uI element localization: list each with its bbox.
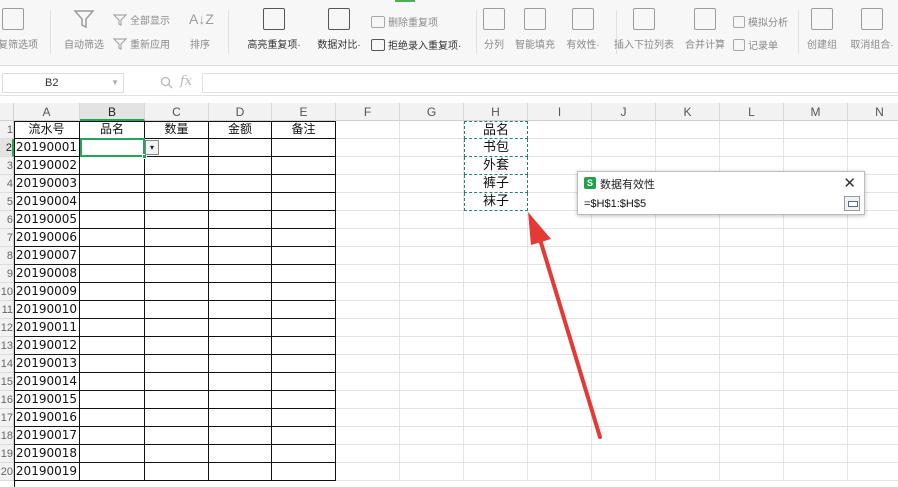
annotation-arrow [528,212,602,439]
